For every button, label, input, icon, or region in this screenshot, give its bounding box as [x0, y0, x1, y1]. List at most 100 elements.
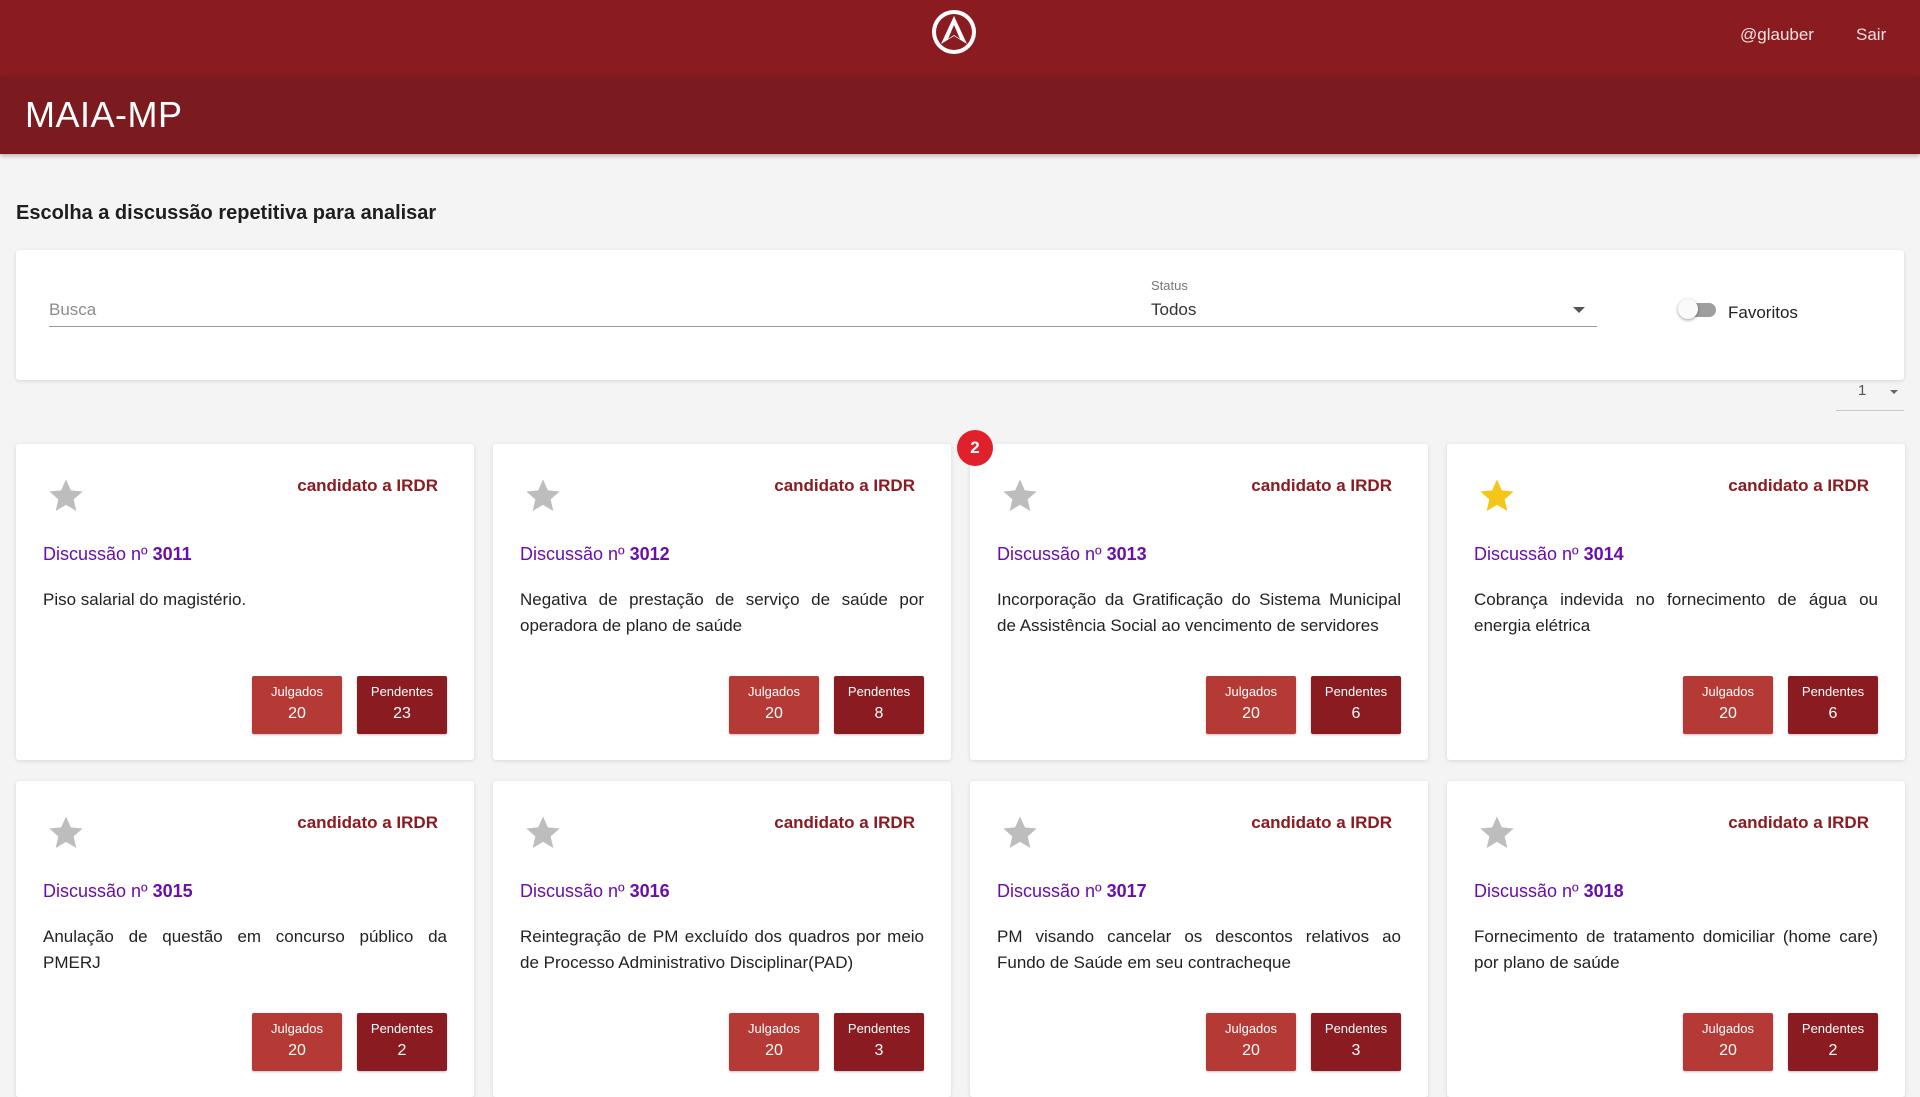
discussion-card[interactable]: candidato a IRDR Discussão nº 3011 Piso … — [16, 444, 474, 760]
pending-count-button[interactable]: Pendentes 6 — [1311, 676, 1401, 734]
discussion-prefix: Discussão nº — [520, 881, 625, 901]
pending-count: 23 — [393, 705, 411, 722]
pagination-select[interactable]: 1 — [1836, 380, 1904, 411]
discussion-link[interactable]: Discussão nº 3013 — [997, 544, 1147, 565]
discussion-number: 3014 — [1583, 544, 1624, 564]
discussion-card[interactable]: candidato a IRDR Discussão nº 3016 Reint… — [493, 781, 951, 1097]
judged-label: Julgados — [1701, 684, 1755, 699]
favorite-star-icon[interactable] — [523, 813, 563, 853]
discussion-card[interactable]: candidato a IRDR Discussão nº 3015 Anula… — [16, 781, 474, 1097]
pending-label: Pendentes — [1324, 1021, 1388, 1036]
discussion-card[interactable]: candidato a IRDR Discussão nº 3012 Negat… — [493, 444, 951, 760]
discussion-link[interactable]: Discussão nº 3011 — [43, 544, 192, 565]
discussion-link[interactable]: Discussão nº 3016 — [520, 881, 670, 902]
pending-count: 2 — [397, 1042, 407, 1059]
favorite-star-icon[interactable] — [1477, 476, 1517, 516]
favorites-toggle[interactable] — [1678, 299, 1716, 319]
discussion-link[interactable]: Discussão nº 3017 — [997, 881, 1147, 902]
pending-label: Pendentes — [370, 1021, 434, 1036]
discussion-link[interactable]: Discussão nº 3014 — [1474, 544, 1624, 565]
judged-count-button[interactable]: Julgados 20 — [1683, 676, 1773, 734]
pending-label: Pendentes — [847, 1021, 911, 1036]
pending-label: Pendentes — [1801, 684, 1865, 699]
discussion-link[interactable]: Discussão nº 3015 — [43, 881, 193, 902]
discussion-description: PM visando cancelar os descontos relativ… — [997, 927, 1401, 972]
pending-count-button[interactable]: Pendentes 8 — [834, 676, 924, 734]
irdr-candidate-tag: candidato a IRDR — [1728, 813, 1869, 832]
judged-count: 20 — [288, 1042, 306, 1059]
discussion-card[interactable]: candidato a IRDR Discussão nº 3018 Forne… — [1447, 781, 1905, 1097]
judged-count: 20 — [765, 705, 783, 722]
dropdown-arrow-icon — [1890, 390, 1898, 394]
discussion-description: Fornecimento de tratamento domiciliar (h… — [1474, 927, 1878, 972]
discussion-prefix: Discussão nº — [43, 544, 148, 564]
pending-count-button[interactable]: Pendentes 2 — [357, 1013, 447, 1071]
pending-count-button[interactable]: Pendentes 6 — [1788, 676, 1878, 734]
favorite-star-icon[interactable] — [46, 813, 86, 853]
pending-count-button[interactable]: Pendentes 3 — [1311, 1013, 1401, 1071]
discussion-card[interactable]: candidato a IRDR Discussão nº 3014 Cobra… — [1447, 444, 1905, 760]
toggle-knob — [1678, 299, 1698, 319]
judged-count: 20 — [1242, 1042, 1260, 1059]
pending-label: Pendentes — [1324, 684, 1388, 699]
discussion-number: 3012 — [629, 544, 670, 564]
judged-label: Julgados — [1701, 1021, 1755, 1036]
pending-label: Pendentes — [370, 684, 434, 699]
judged-count-button[interactable]: Julgados 20 — [729, 676, 819, 734]
discussion-card[interactable]: candidato a IRDR Discussão nº 3017 PM vi… — [970, 781, 1428, 1097]
discussion-prefix: Discussão nº — [1474, 544, 1579, 564]
logout-link[interactable]: Sair — [1856, 25, 1886, 45]
judged-count: 20 — [288, 705, 306, 722]
username-link[interactable]: @glauber — [1740, 25, 1814, 45]
discussion-link[interactable]: Discussão nº 3018 — [1474, 881, 1624, 902]
app-logo-icon[interactable] — [930, 8, 978, 56]
discussion-description: Negativa de prestação de serviço de saúd… — [520, 590, 924, 635]
judged-label: Julgados — [270, 1021, 324, 1036]
judged-count-button[interactable]: Julgados 20 — [1206, 676, 1296, 734]
dropdown-arrow-icon — [1573, 307, 1585, 313]
judged-count-button[interactable]: Julgados 20 — [729, 1013, 819, 1071]
title-bar: MAIA-MP — [0, 76, 1920, 154]
status-select[interactable]: Todos — [1151, 294, 1597, 327]
discussion-description: Anulação de questão em concurso público … — [43, 927, 447, 972]
favorite-star-icon[interactable] — [523, 476, 563, 516]
discussion-description: Reintegração de PM excluído dos quadros … — [520, 927, 924, 972]
pending-label: Pendentes — [1801, 1021, 1865, 1036]
top-navbar: @glauber Sair — [0, 0, 1920, 76]
pending-count-button[interactable]: Pendentes 2 — [1788, 1013, 1878, 1071]
pending-count: 6 — [1351, 705, 1361, 722]
irdr-candidate-tag: candidato a IRDR — [774, 813, 915, 832]
pending-count: 6 — [1828, 705, 1838, 722]
search-input[interactable] — [49, 294, 1153, 327]
discussion-description: Cobrança indevida no fornecimento de águ… — [1474, 590, 1878, 635]
pagination-value: 1 — [1858, 382, 1867, 399]
judged-count-button[interactable]: Julgados 20 — [1683, 1013, 1773, 1071]
pending-count: 8 — [874, 705, 884, 722]
discussion-description: Piso salarial do magistério. — [43, 590, 247, 609]
discussion-link[interactable]: Discussão nº 3012 — [520, 544, 670, 565]
judged-count: 20 — [765, 1042, 783, 1059]
favorites-label: Favoritos — [1728, 303, 1798, 322]
discussion-number: 3018 — [1583, 881, 1624, 901]
pending-count: 3 — [1351, 1042, 1361, 1059]
discussion-card[interactable]: candidato a IRDR Discussão nº 3013 Incor… — [970, 444, 1428, 760]
judged-count-button[interactable]: Julgados 20 — [252, 676, 342, 734]
judged-count-button[interactable]: Julgados 20 — [252, 1013, 342, 1071]
favorite-star-icon[interactable] — [1000, 476, 1040, 516]
discussion-description: Incorporação da Gratificação do Sistema … — [997, 590, 1401, 635]
irdr-candidate-tag: candidato a IRDR — [1251, 476, 1392, 495]
app-title: MAIA-MP — [25, 94, 183, 135]
discussion-number: 3015 — [152, 881, 193, 901]
pending-count-button[interactable]: Pendentes 23 — [357, 676, 447, 734]
discussion-prefix: Discussão nº — [997, 544, 1102, 564]
favorite-star-icon[interactable] — [46, 476, 86, 516]
notification-badge[interactable]: 2 — [957, 430, 993, 466]
irdr-candidate-tag: candidato a IRDR — [1728, 476, 1869, 495]
irdr-candidate-tag: candidato a IRDR — [774, 476, 915, 495]
pending-count-button[interactable]: Pendentes 3 — [834, 1013, 924, 1071]
judged-count-button[interactable]: Julgados 20 — [1206, 1013, 1296, 1071]
favorite-star-icon[interactable] — [1000, 813, 1040, 853]
irdr-candidate-tag: candidato a IRDR — [297, 476, 438, 495]
discussion-prefix: Discussão nº — [1474, 881, 1579, 901]
favorite-star-icon[interactable] — [1477, 813, 1517, 853]
